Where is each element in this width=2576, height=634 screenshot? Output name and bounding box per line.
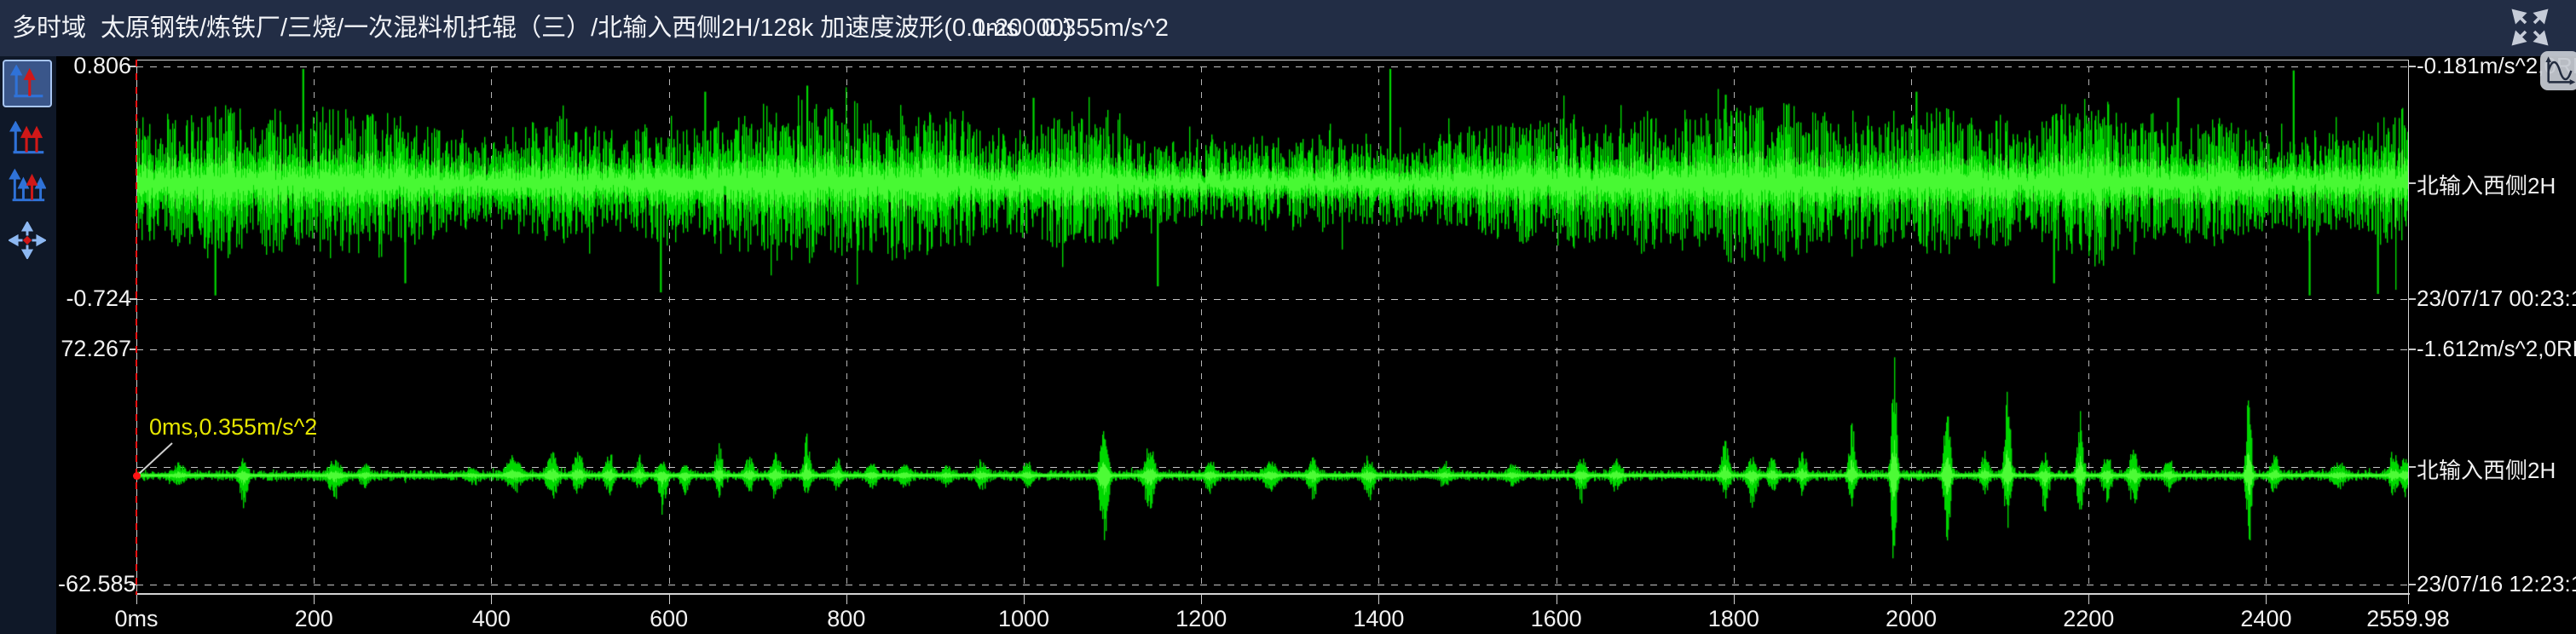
- y-label-lower-max: 72.267: [58, 336, 131, 362]
- right-tick: [2408, 182, 2416, 184]
- y-label-upper-min: -0.724: [58, 285, 131, 312]
- x-label-400: 400: [423, 606, 559, 632]
- lower-channel-label: 北输入西侧2H: [2417, 453, 2556, 485]
- plot-top-border: [136, 60, 2409, 61]
- fullscreen-icon[interactable]: [2510, 7, 2550, 48]
- cursor-point-marker: [133, 472, 141, 480]
- lower-cursor-value-label: -1.612m/s^2,0RPM: [2417, 336, 2576, 362]
- multi-cursor-icon: [9, 169, 46, 206]
- right-tick: [2408, 298, 2416, 300]
- cursor-value-readout: 0.355m/s^2: [1042, 0, 1169, 56]
- cursor-time-readout: 0ms: [972, 0, 1019, 56]
- right-tick: [2408, 349, 2416, 350]
- x-label-800: 800: [778, 606, 915, 632]
- view-mode-label: 多时域: [12, 0, 86, 56]
- x-tick-800: [846, 595, 847, 604]
- x-tick-200: [314, 595, 315, 604]
- upper-timestamp-label: 23/07/17 00:23:13: [2417, 285, 2576, 312]
- x-tick-1800: [1734, 595, 1735, 604]
- x-label-2000: 2000: [1843, 606, 1979, 632]
- waveform-canvas-upper[interactable]: [136, 60, 2408, 301]
- tool-double-cursor-button[interactable]: [3, 116, 52, 164]
- measurement-path: 太原钢铁/炼铁厂/三烧/一次混料机托辊（三）/北输入西侧2H/128k 加速度波…: [101, 0, 1071, 56]
- x-axis-line: [136, 593, 2410, 595]
- x-label-1600: 1600: [1488, 606, 1625, 632]
- right-tick: [2408, 584, 2416, 585]
- time-cursor-line[interactable]: [136, 60, 137, 595]
- cursor-annotation: 0ms,0.355m/s^2: [149, 414, 317, 441]
- x-tick-400: [491, 595, 492, 604]
- x-label-0ms: 0ms: [68, 606, 205, 632]
- x-tick-0ms: [136, 595, 137, 604]
- titlebar: 多时域 太原钢铁/炼铁厂/三烧/一次混料机托辊（三）/北输入西侧2H/128k …: [0, 0, 2576, 56]
- x-tick-2200: [2088, 595, 2089, 604]
- pan-move-icon: [9, 222, 46, 259]
- x-tick-600: [669, 595, 670, 604]
- x-tick-1200: [1201, 595, 1202, 604]
- x-label-2559.98: 2559.98: [2340, 606, 2476, 632]
- x-tick-2559.98: [2408, 595, 2409, 604]
- waveform-canvas-lower[interactable]: [136, 349, 2408, 585]
- upper-channel-label: 北输入西侧2H: [2417, 169, 2556, 200]
- x-label-1200: 1200: [1133, 606, 1269, 632]
- tool-single-cursor-button[interactable]: [3, 60, 52, 107]
- x-tick-1000: [1024, 595, 1025, 604]
- y-label-lower-min: -62.585: [58, 571, 131, 597]
- double-cursor-icon: [9, 121, 46, 158]
- single-cursor-icon: [9, 65, 46, 102]
- x-tick-2000: [1911, 595, 1912, 604]
- x-label-600: 600: [601, 606, 737, 632]
- waveform-thumbnail-button[interactable]: [2540, 51, 2576, 90]
- y-label-upper-max: 0.806: [58, 53, 131, 79]
- app-root: 多时域 太原钢铁/炼铁厂/三烧/一次混料机托辊（三）/北输入西侧2H/128k …: [0, 0, 2576, 634]
- toolbar-sidebar: [0, 56, 56, 634]
- tool-multi-cursor-button[interactable]: [3, 164, 52, 211]
- x-tick-2400: [2266, 595, 2267, 604]
- x-label-1400: 1400: [1310, 606, 1447, 632]
- lower-timestamp-label: 23/07/16 12:23:13: [2417, 571, 2576, 597]
- plot-region: 0ms 200 400 600 800 1000 1200 1400 1600 1800 2000 2…: [56, 56, 2576, 634]
- x-label-200: 200: [245, 606, 382, 632]
- right-tick: [2408, 466, 2416, 468]
- waveform-thumbnail-icon: [2543, 54, 2576, 88]
- x-label-1000: 1000: [956, 606, 1092, 632]
- tool-pan-button[interactable]: [3, 216, 52, 264]
- x-tick-1400: [1378, 595, 1379, 604]
- x-label-2400: 2400: [2198, 606, 2334, 632]
- plot-right-border: [2408, 60, 2409, 595]
- x-label-2200: 2200: [2020, 606, 2157, 632]
- right-tick: [2408, 66, 2416, 67]
- x-label-1800: 1800: [1666, 606, 1802, 632]
